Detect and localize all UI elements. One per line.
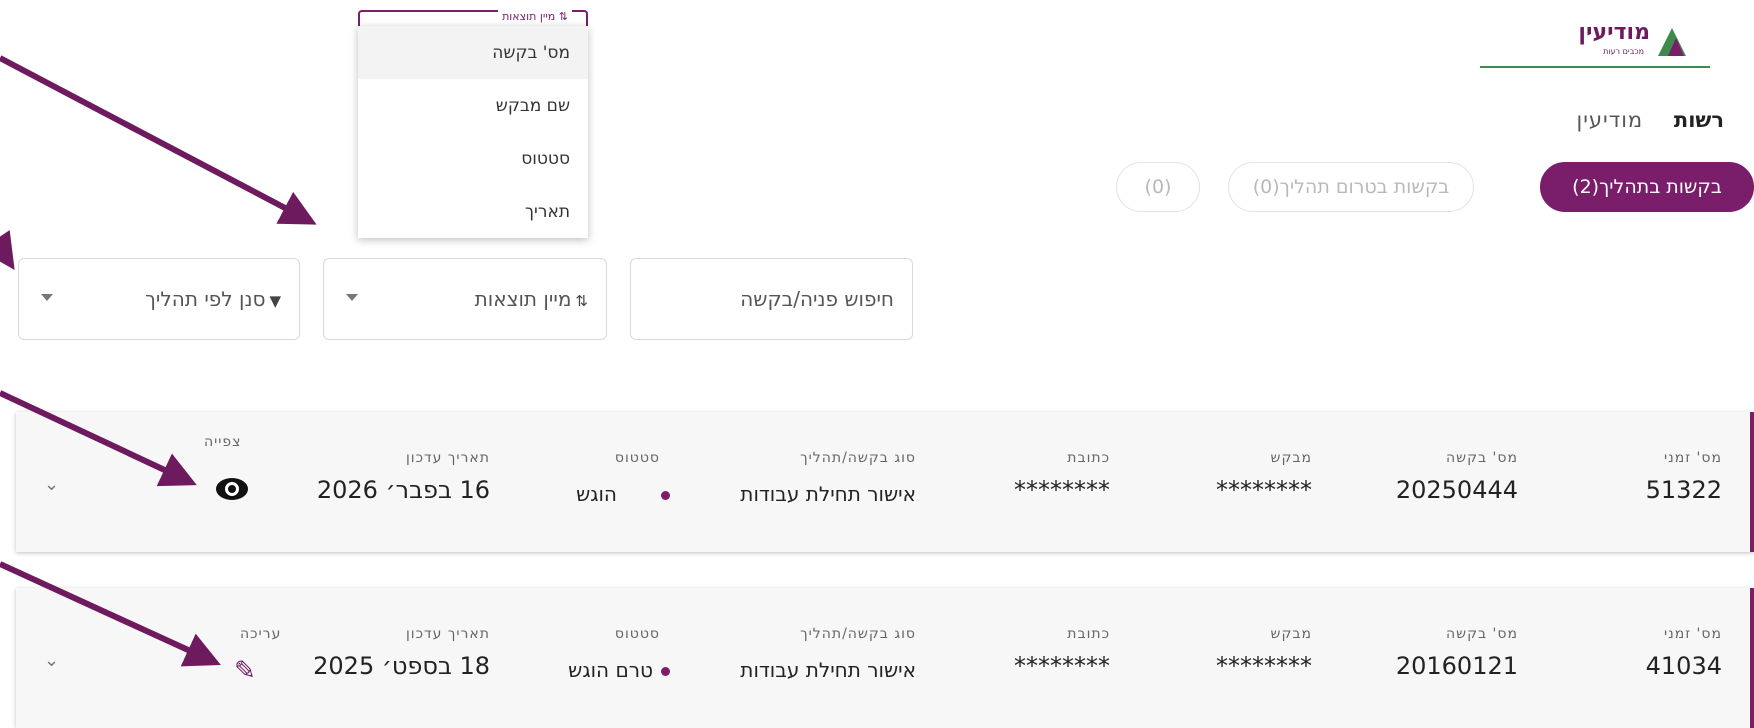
annotation-arrows — [0, 55, 317, 667]
arrow-to-edit-icon — [0, 561, 221, 667]
arrow-to-process-filter — [0, 230, 15, 270]
arrow-to-sort-dropdown — [0, 55, 317, 225]
arrow-to-view-icon — [0, 390, 197, 487]
